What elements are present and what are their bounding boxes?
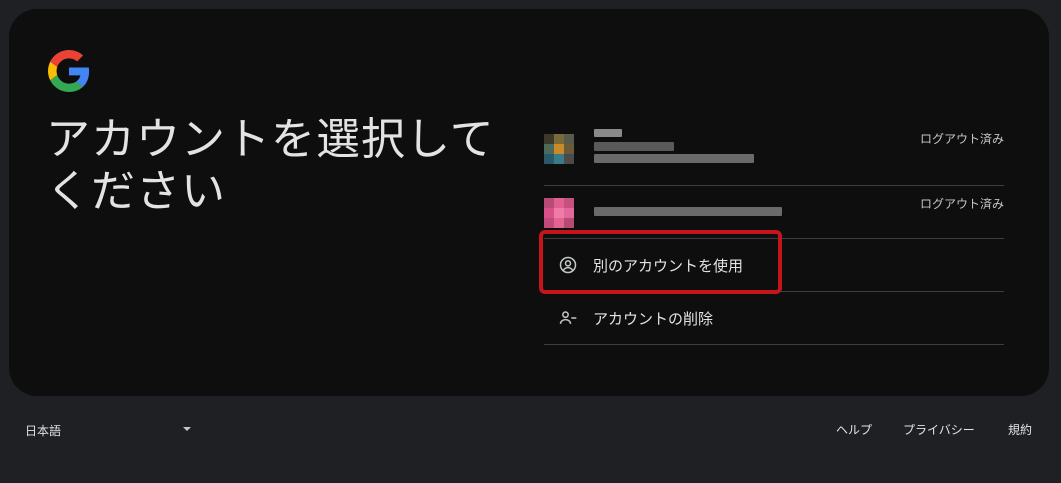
account-avatar [544,198,574,228]
language-selector[interactable]: 日本語 [25,422,61,439]
footer: 日本語 ヘルプ プライバシー 規約 [0,408,1061,448]
account-avatar [544,134,574,164]
remove-account-button[interactable]: アカウントの削除 [544,292,1004,345]
remove-account-label: アカウントの削除 [593,310,714,328]
highlight-annotation [539,230,782,294]
person-remove-icon [559,311,577,324]
account-name-redacted [594,129,622,137]
account-status: ログアウト済み [919,197,1004,211]
help-link[interactable]: ヘルプ [836,421,872,438]
page-title: アカウントを選択してください [46,114,495,217]
account-email-redacted [594,154,754,163]
privacy-link[interactable]: プライバシー [903,421,975,438]
google-logo-icon [48,50,90,92]
account-status: ログアウト済み [919,132,1004,146]
account-email-redacted [594,207,782,216]
chevron-down-icon[interactable] [183,427,191,431]
account-item[interactable]: ログアウト済み [544,120,1004,186]
terms-link[interactable]: 規約 [1008,421,1032,438]
account-email-redacted [594,142,674,151]
